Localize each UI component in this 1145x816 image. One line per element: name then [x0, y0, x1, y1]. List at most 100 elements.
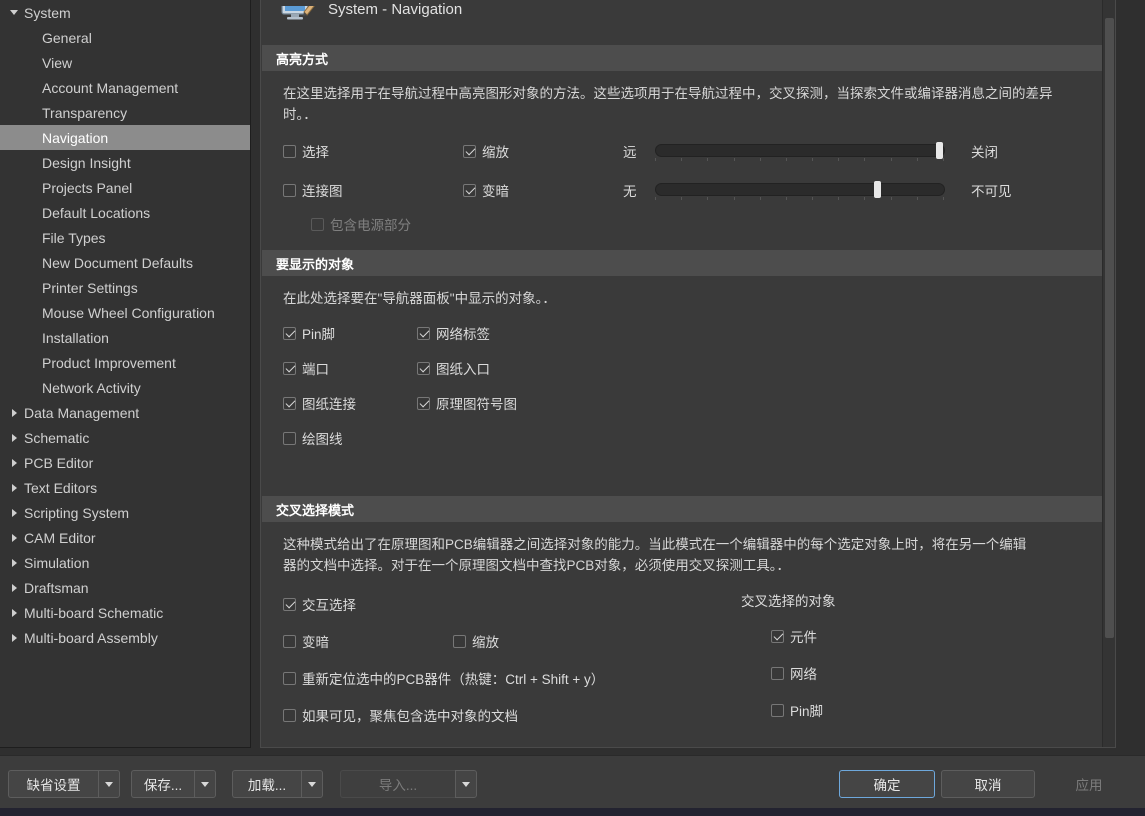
- checkbox-object-col1-2-box[interactable]: [283, 362, 296, 375]
- ok-button[interactable]: 确定: [839, 770, 935, 798]
- sidebar-item-data-management[interactable]: Data Management: [0, 400, 250, 425]
- load-dropdown-button[interactable]: [301, 770, 323, 798]
- checkbox-focus-document-box[interactable]: [283, 709, 296, 722]
- checkbox-connective-graph[interactable]: 连接图: [283, 180, 463, 200]
- scroll-up-arrow-icon[interactable]: [1103, 0, 1116, 13]
- checkbox-object-col1-1[interactable]: Pin脚: [283, 323, 417, 343]
- sidebar-item-text-editors[interactable]: Text Editors: [0, 475, 250, 500]
- checkbox-object-col1-2[interactable]: 端口: [283, 358, 417, 378]
- checkbox-object-col2-3[interactable]: 原理图符号图: [417, 393, 517, 413]
- checkbox-object-col1-1-box[interactable]: [283, 327, 296, 340]
- defaults-dropdown-button[interactable]: [98, 770, 120, 798]
- defaults-button[interactable]: 缺省设置: [8, 770, 98, 798]
- checkbox-include-power[interactable]: 包含电源部分: [311, 214, 411, 234]
- checkbox-crossselect-object-2-box[interactable]: [771, 667, 784, 680]
- defaults-split-button[interactable]: 缺省设置: [8, 770, 120, 798]
- slider-dim-track[interactable]: [655, 183, 945, 196]
- chevron-right-icon[interactable]: [8, 556, 21, 569]
- sidebar-item-draftsman[interactable]: Draftsman: [0, 575, 250, 600]
- checkbox-include-power-box[interactable]: [311, 218, 324, 231]
- checkbox-select[interactable]: 选择: [283, 141, 463, 161]
- sidebar-item-navigation[interactable]: Navigation: [0, 125, 250, 150]
- sidebar-item-account-management[interactable]: Account Management: [0, 75, 250, 100]
- checkbox-crossselect-object-2[interactable]: 网络: [771, 663, 836, 683]
- save-dropdown-button[interactable]: [194, 770, 216, 798]
- checkbox-object-col2-2[interactable]: 图纸入口: [417, 358, 517, 378]
- load-button[interactable]: 加载...: [232, 770, 301, 798]
- chevron-right-icon[interactable]: [8, 406, 21, 419]
- slider-zoom-thumb[interactable]: [936, 142, 943, 159]
- chevron-right-icon[interactable]: [8, 506, 21, 519]
- checkbox-object-col2-1-box[interactable]: [417, 327, 430, 340]
- checkbox-cs-zoom[interactable]: 缩放: [453, 631, 499, 651]
- sidebar-item-new-document-defaults[interactable]: New Document Defaults: [0, 250, 250, 275]
- slider-zoom[interactable]: [655, 141, 945, 161]
- scrollbar-thumb[interactable]: [1105, 18, 1114, 638]
- sidebar-item-multi-board-schematic[interactable]: Multi-board Schematic: [0, 600, 250, 625]
- import-dropdown-button[interactable]: [455, 770, 477, 798]
- checkbox-cs-dim[interactable]: 变暗: [283, 631, 453, 651]
- sidebar-item-pcb-editor[interactable]: PCB Editor: [0, 450, 250, 475]
- sidebar-item-multi-board-assembly[interactable]: Multi-board Assembly: [0, 625, 250, 650]
- sidebar-item-schematic[interactable]: Schematic: [0, 425, 250, 450]
- load-split-button[interactable]: 加载...: [232, 770, 323, 798]
- checkbox-connective-graph-box[interactable]: [283, 184, 296, 197]
- checkbox-crossselect-object-1[interactable]: 元件: [771, 626, 836, 646]
- settings-tree[interactable]: SystemGeneralViewAccount ManagementTrans…: [0, 0, 250, 650]
- sidebar-item-network-activity[interactable]: Network Activity: [0, 375, 250, 400]
- checkbox-object-col1-4-box[interactable]: [283, 432, 296, 445]
- cancel-button[interactable]: 取消: [941, 770, 1035, 798]
- save-button[interactable]: 保存...: [131, 770, 194, 798]
- checkbox-crossselect-object-3[interactable]: Pin脚: [771, 700, 836, 720]
- checkbox-focus-document[interactable]: 如果可见，聚焦包含选中对象的文档: [283, 705, 1115, 725]
- checkbox-object-col1-3[interactable]: 图纸连接: [283, 393, 417, 413]
- sidebar-item-system[interactable]: System: [0, 0, 250, 25]
- checkbox-crossselect-object-3-box[interactable]: [771, 704, 784, 717]
- chevron-right-icon[interactable]: [8, 631, 21, 644]
- sidebar-item-cam-editor[interactable]: CAM Editor: [0, 525, 250, 550]
- checkbox-interactive-select[interactable]: 交互选择: [283, 594, 1115, 614]
- import-split-button[interactable]: 导入...: [340, 770, 477, 798]
- sidebar-item-scripting-system[interactable]: Scripting System: [0, 500, 250, 525]
- checkbox-object-col2-3-box[interactable]: [417, 397, 430, 410]
- checkbox-select-box[interactable]: [283, 145, 296, 158]
- sidebar-item-file-types[interactable]: File Types: [0, 225, 250, 250]
- checkbox-zoom[interactable]: 缩放: [463, 141, 623, 161]
- sidebar-item-projects-panel[interactable]: Projects Panel: [0, 175, 250, 200]
- checkbox-object-col1-4[interactable]: 绘图线: [283, 428, 417, 448]
- settings-tree-sidebar[interactable]: SystemGeneralViewAccount ManagementTrans…: [0, 0, 251, 748]
- slider-zoom-track[interactable]: [655, 144, 945, 157]
- sidebar-item-mouse-wheel-configuration[interactable]: Mouse Wheel Configuration: [0, 300, 250, 325]
- slider-dim-thumb[interactable]: [874, 181, 881, 198]
- sidebar-item-installation[interactable]: Installation: [0, 325, 250, 350]
- sidebar-item-view[interactable]: View: [0, 50, 250, 75]
- panel-vertical-scrollbar[interactable]: [1102, 0, 1115, 748]
- checkbox-object-col2-2-box[interactable]: [417, 362, 430, 375]
- checkbox-dim-box[interactable]: [463, 184, 476, 197]
- chevron-down-icon[interactable]: [8, 6, 21, 19]
- slider-dim[interactable]: [655, 180, 945, 200]
- chevron-right-icon[interactable]: [8, 431, 21, 444]
- chevron-right-icon[interactable]: [8, 531, 21, 544]
- checkbox-cs-dim-box[interactable]: [283, 635, 296, 648]
- checkbox-object-col2-1[interactable]: 网络标签: [417, 323, 517, 343]
- sidebar-item-printer-settings[interactable]: Printer Settings: [0, 275, 250, 300]
- chevron-right-icon[interactable]: [8, 606, 21, 619]
- sidebar-item-product-improvement[interactable]: Product Improvement: [0, 350, 250, 375]
- sidebar-item-design-insight[interactable]: Design Insight: [0, 150, 250, 175]
- checkbox-reposition-pcb-box[interactable]: [283, 672, 296, 685]
- chevron-right-icon[interactable]: [8, 456, 21, 469]
- sidebar-item-transparency[interactable]: Transparency: [0, 100, 250, 125]
- checkbox-zoom-box[interactable]: [463, 145, 476, 158]
- checkbox-object-col1-3-box[interactable]: [283, 397, 296, 410]
- checkbox-crossselect-object-1-box[interactable]: [771, 630, 784, 643]
- scroll-down-arrow-icon[interactable]: [1103, 735, 1116, 748]
- sidebar-item-general[interactable]: General: [0, 25, 250, 50]
- checkbox-cs-zoom-box[interactable]: [453, 635, 466, 648]
- checkbox-interactive-select-box[interactable]: [283, 598, 296, 611]
- checkbox-dim[interactable]: 变暗: [463, 180, 623, 200]
- sidebar-item-simulation[interactable]: Simulation: [0, 550, 250, 575]
- chevron-right-icon[interactable]: [8, 581, 21, 594]
- checkbox-reposition-pcb[interactable]: 重新定位选中的PCB器件（热键：Ctrl + Shift + y）: [283, 668, 1115, 688]
- save-split-button[interactable]: 保存...: [131, 770, 216, 798]
